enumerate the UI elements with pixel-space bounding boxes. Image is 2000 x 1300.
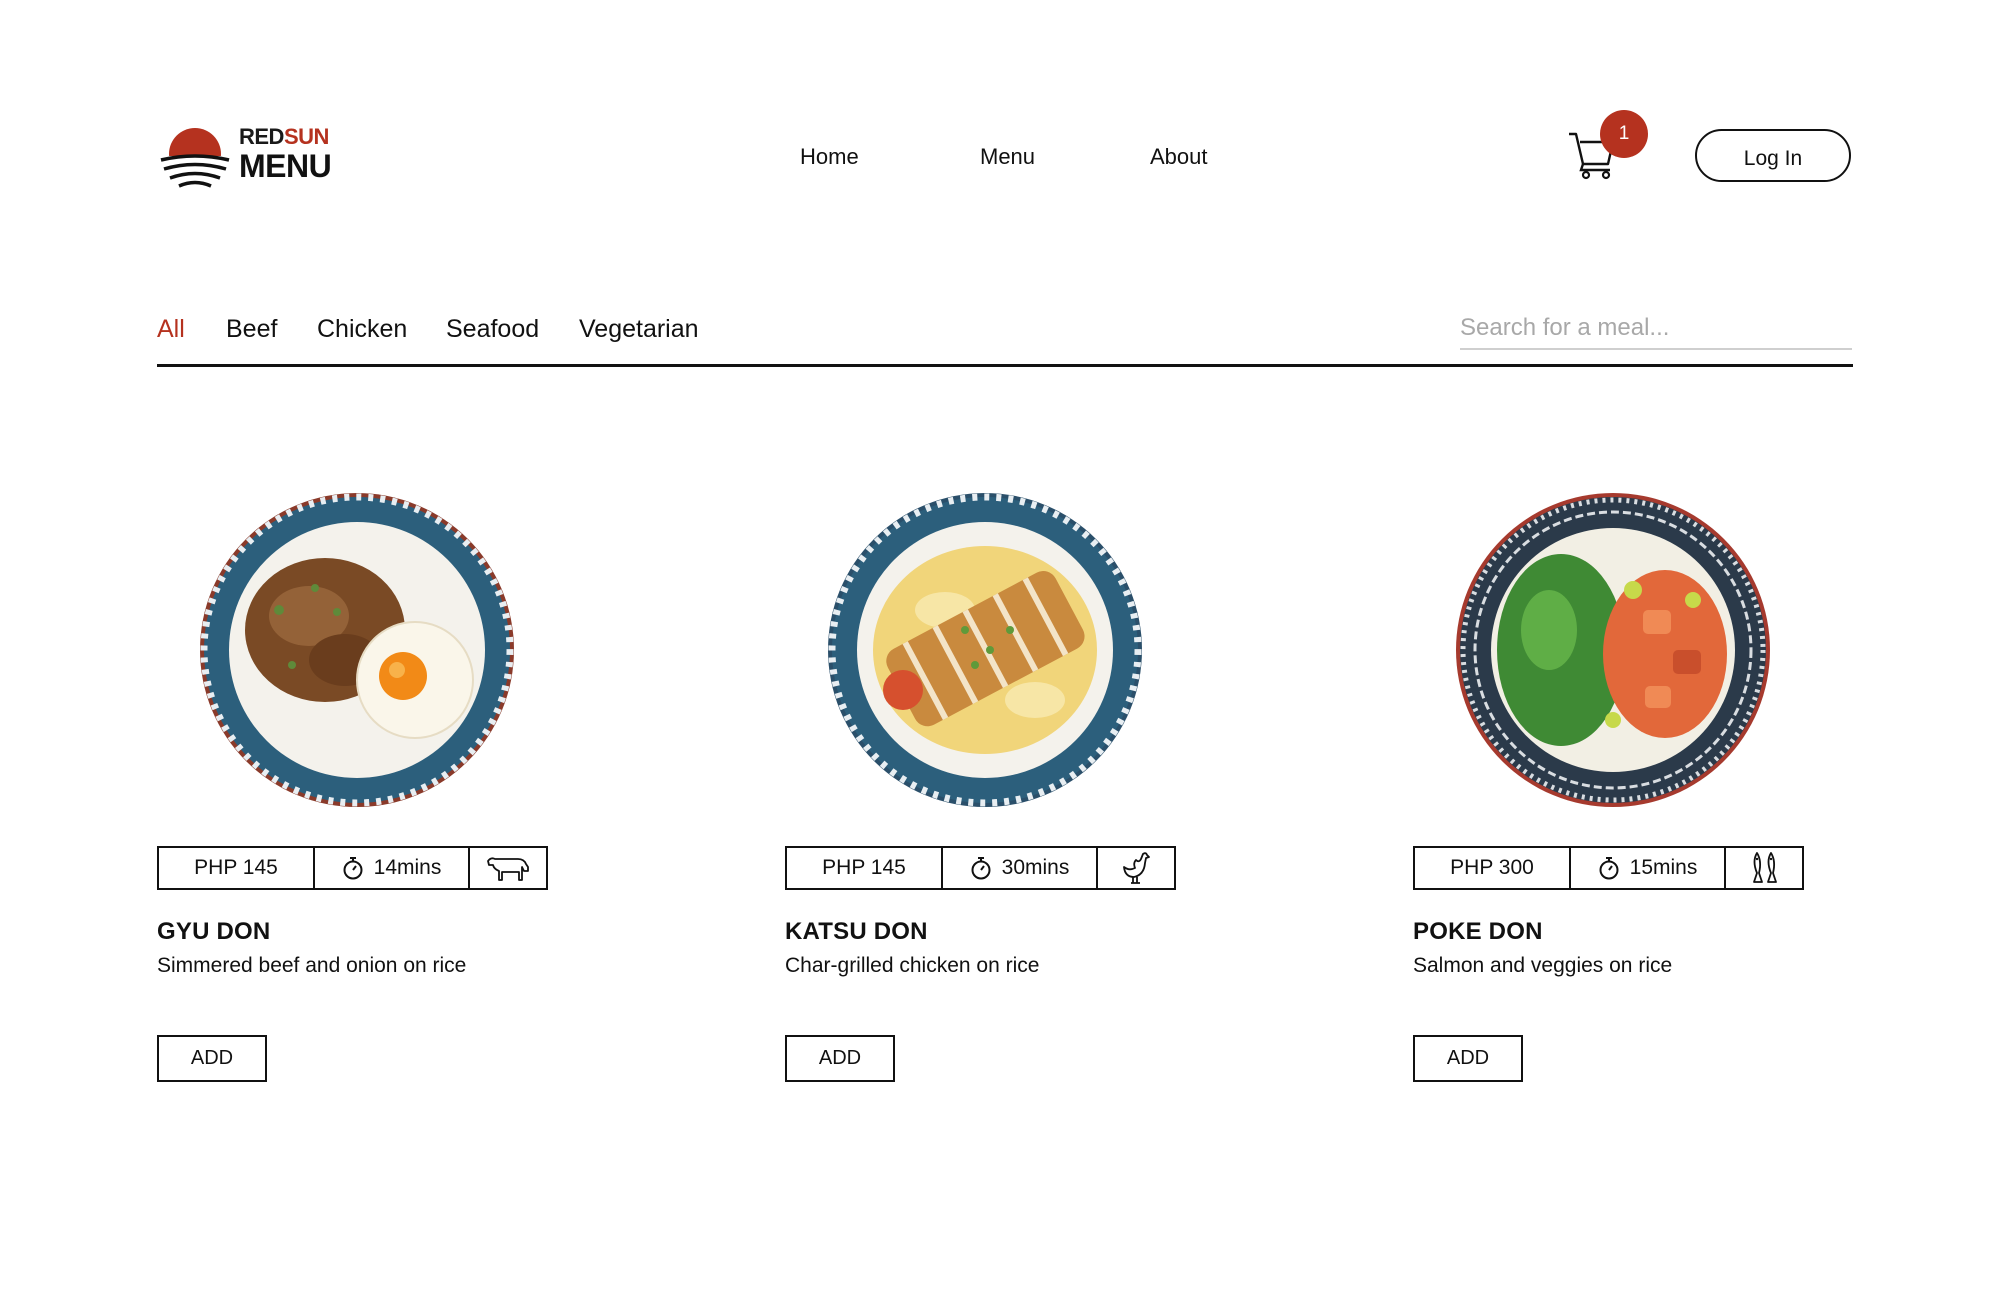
katsu-don-image [828,493,1142,807]
stopwatch-icon [1599,857,1619,880]
dish-name: KATSU DON [785,918,928,945]
dish-card: PHP 300 15mins POKE DON Salmon and veggi… [1413,490,1973,1090]
dish-name: POKE DON [1413,918,1543,945]
poke-don-image [1456,493,1770,807]
prep-time-label: 14mins [373,856,442,879]
cow-icon [468,848,546,888]
add-to-cart-button[interactable]: ADD [785,1035,895,1082]
category-tab-seafood[interactable]: Seafood [446,313,539,345]
nav-menu-link[interactable]: Menu [980,143,1035,171]
logo-wordmark-top: REDSUN [239,124,329,149]
dish-info-row: PHP 145 30mins [785,846,1176,890]
dish-description: Salmon and veggies on rice [1413,954,1673,977]
category-tab-chicken[interactable]: Chicken [317,313,407,345]
prep-time-label: 15mins [1629,856,1698,879]
category-tab-vegetarian[interactable]: Vegetarian [579,313,699,345]
dish-description: Char-grilled chicken on rice [785,954,1040,977]
price-label: PHP 145 [194,856,278,879]
dish-info-row: PHP 145 14mins [157,846,548,890]
rising-sun-logo-icon [159,128,231,192]
login-button[interactable]: Log In [1695,129,1851,182]
add-to-cart-button[interactable]: ADD [1413,1035,1523,1082]
dish-description: Simmered beef and onion on rice [157,954,467,977]
prep-time: 30mins [941,848,1096,888]
nav-about-link[interactable]: About [1150,143,1208,171]
prep-time: 14mins [313,848,468,888]
prep-time: 15mins [1569,848,1724,888]
logo-wordmark-bottom: MENU [239,148,332,184]
nav-home-link[interactable]: Home [800,143,859,171]
stopwatch-icon [343,857,363,880]
dish-name: GYU DON [157,918,271,945]
filter-divider [157,364,1853,367]
fish-icon [1724,848,1802,888]
category-tab-all[interactable]: All [157,313,185,345]
search-input[interactable] [1460,310,1852,350]
price-label: PHP 300 [1450,856,1534,879]
price-label: PHP 145 [822,856,906,879]
dish-card: PHP 145 14mins GYU DON Simmered beef and… [157,490,717,1090]
dish-info-row: PHP 300 15mins [1413,846,1804,890]
chicken-icon [1096,848,1174,888]
prep-time-label: 30mins [1001,856,1070,879]
logo[interactable]: REDSUN MENU [155,122,332,194]
dish-card: PHP 145 30mins KATSU DON Char-grilled ch… [785,490,1345,1090]
cart-count-badge: 1 [1600,110,1648,158]
gyu-don-image [200,493,514,807]
category-tab-beef[interactable]: Beef [226,313,277,345]
stopwatch-icon [971,857,991,880]
add-to-cart-button[interactable]: ADD [157,1035,267,1082]
